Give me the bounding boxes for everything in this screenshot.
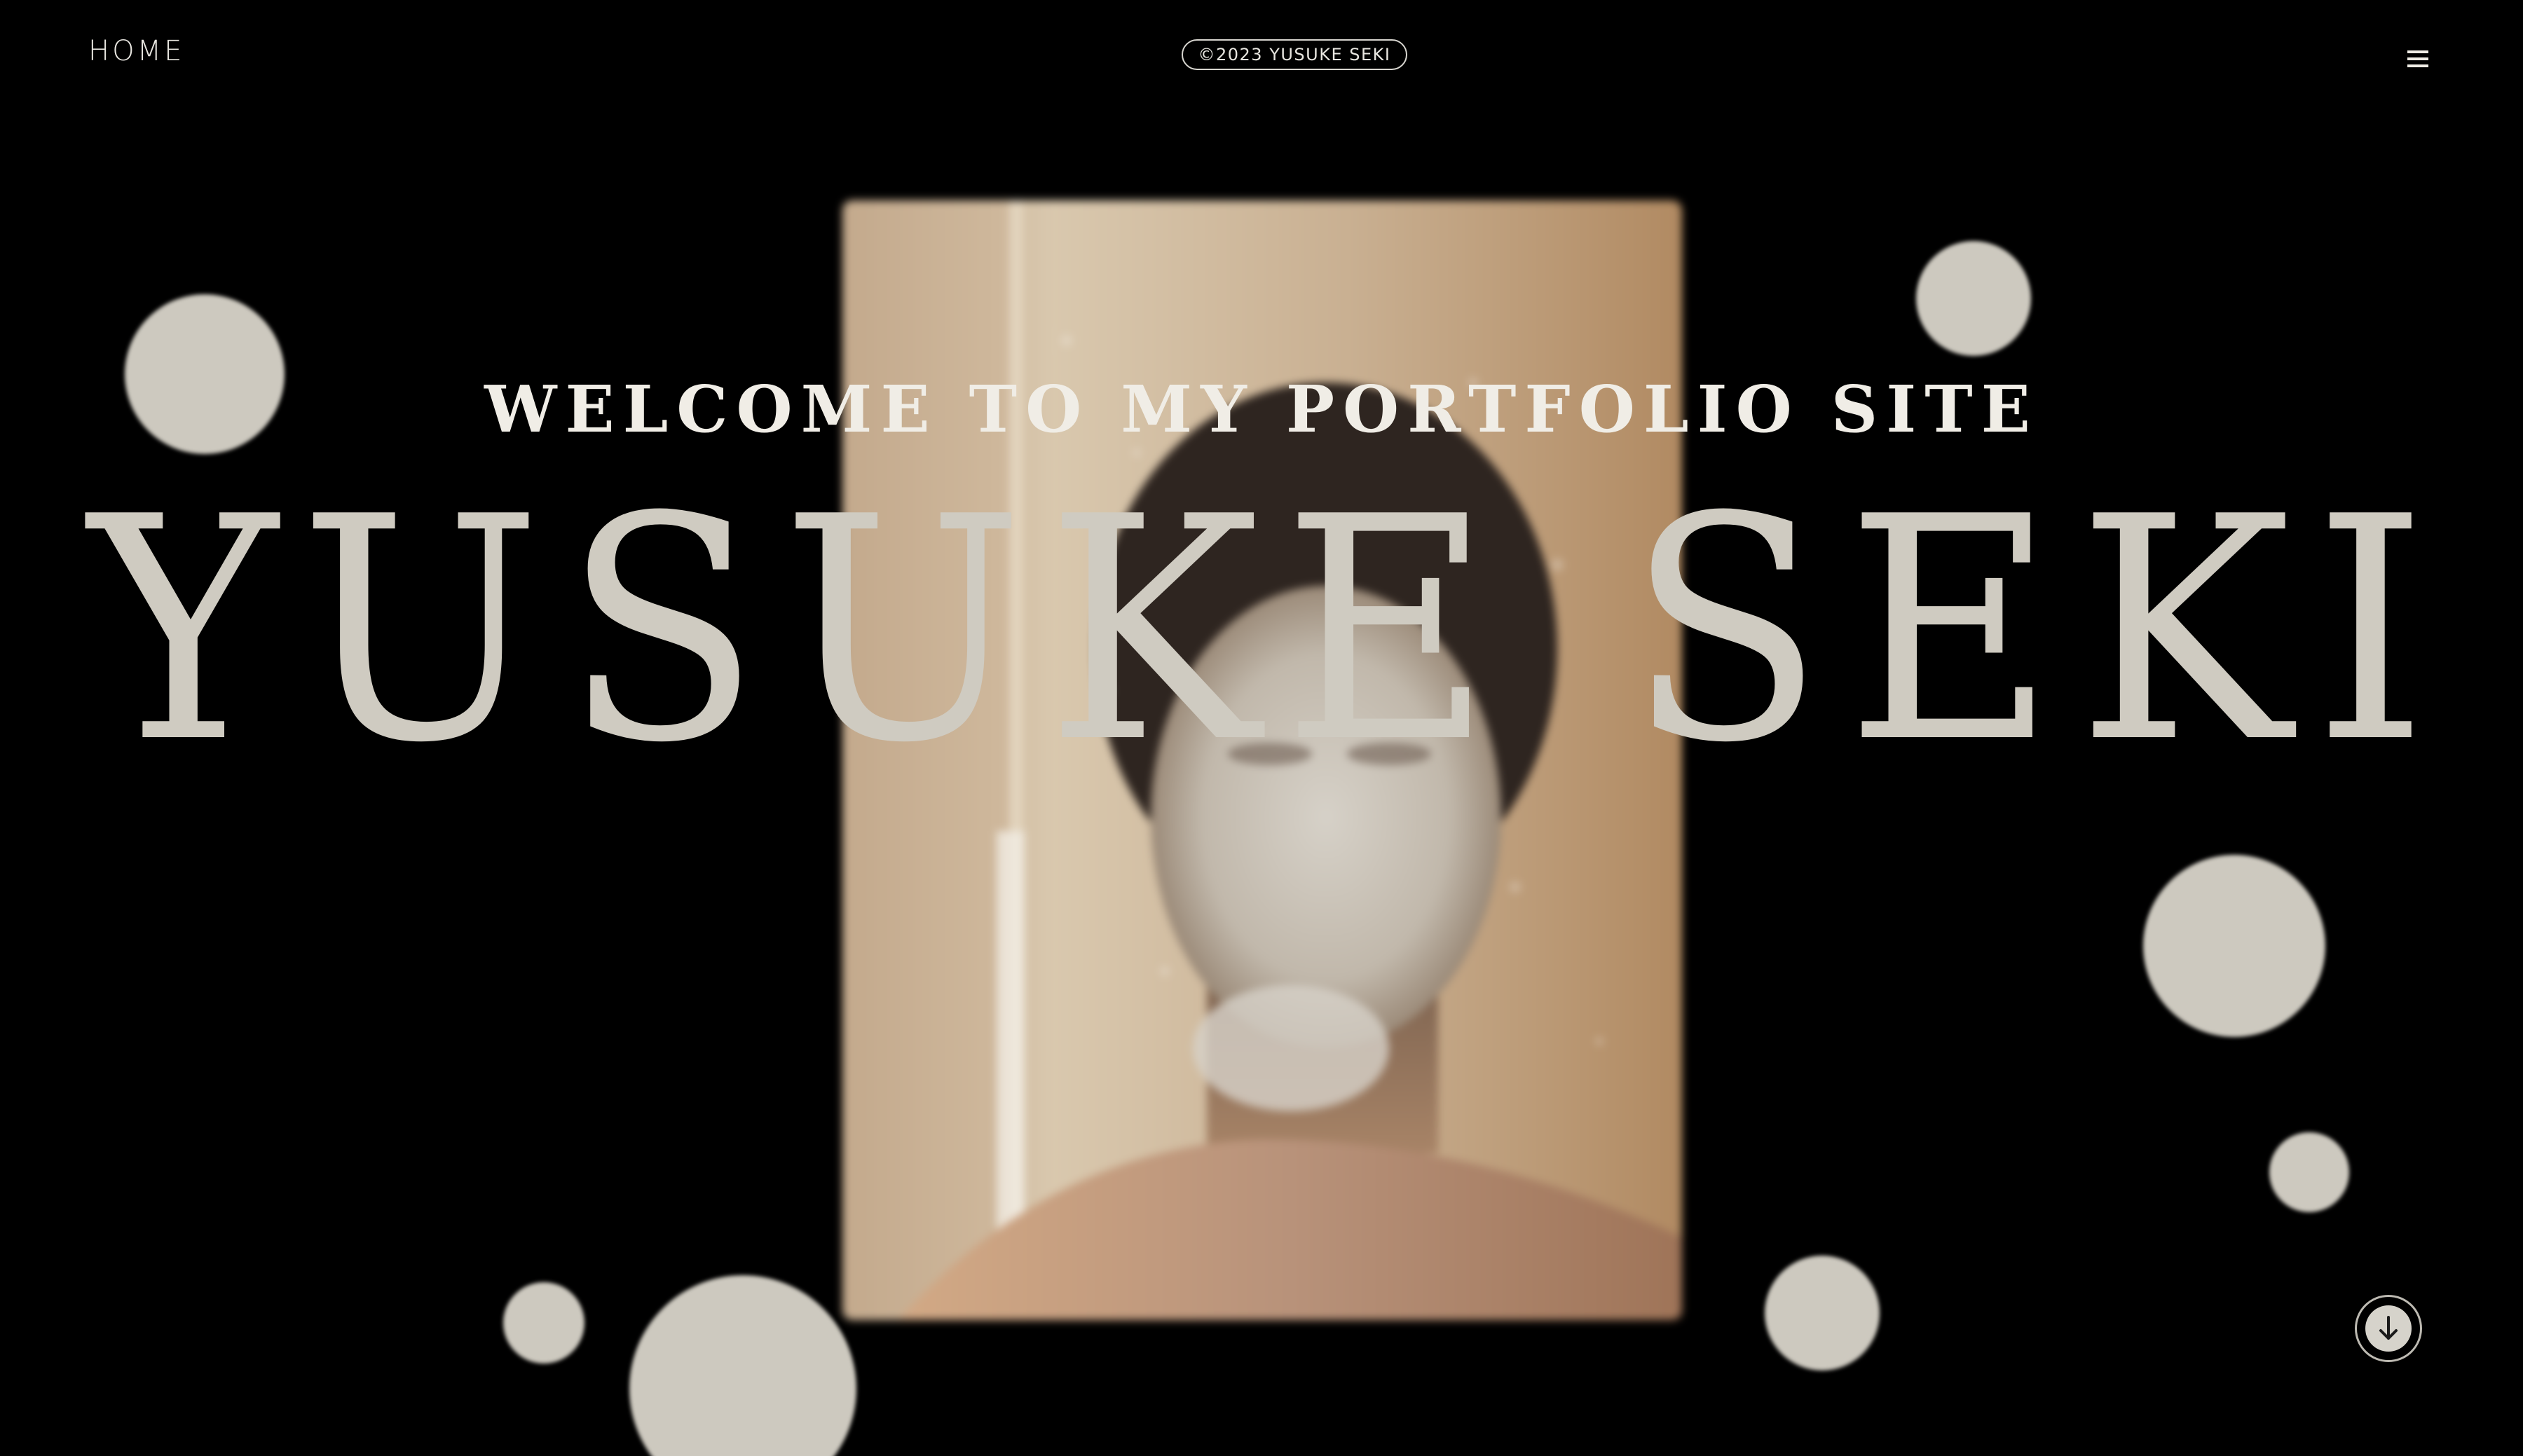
home-link[interactable]: HOME bbox=[88, 35, 184, 67]
page: HOME ©2023 YUSUKE SEKI WELCOME TO MY POR… bbox=[0, 0, 2523, 1456]
decorative-bubble bbox=[1916, 241, 2031, 356]
decorative-bubble bbox=[1765, 1256, 1880, 1371]
copyright-badge: ©2023 YUSUKE SEKI bbox=[1182, 39, 1407, 70]
decorative-bubble bbox=[2269, 1132, 2349, 1212]
welcome-heading: WELCOME TO MY PORTFOLIO SITE bbox=[484, 371, 2039, 447]
decorative-bubble bbox=[503, 1282, 584, 1364]
scroll-down-button[interactable] bbox=[2355, 1295, 2422, 1362]
menu-button[interactable] bbox=[2401, 42, 2435, 76]
decorative-bubble bbox=[629, 1275, 856, 1456]
hero-name-title: YUSUKE SEKI bbox=[88, 451, 2449, 810]
decorative-bubble bbox=[2143, 855, 2325, 1037]
scroll-button-inner bbox=[2365, 1305, 2412, 1352]
hamburger-menu-icon bbox=[2407, 50, 2428, 67]
arrow-down-icon bbox=[2379, 1316, 2398, 1340]
